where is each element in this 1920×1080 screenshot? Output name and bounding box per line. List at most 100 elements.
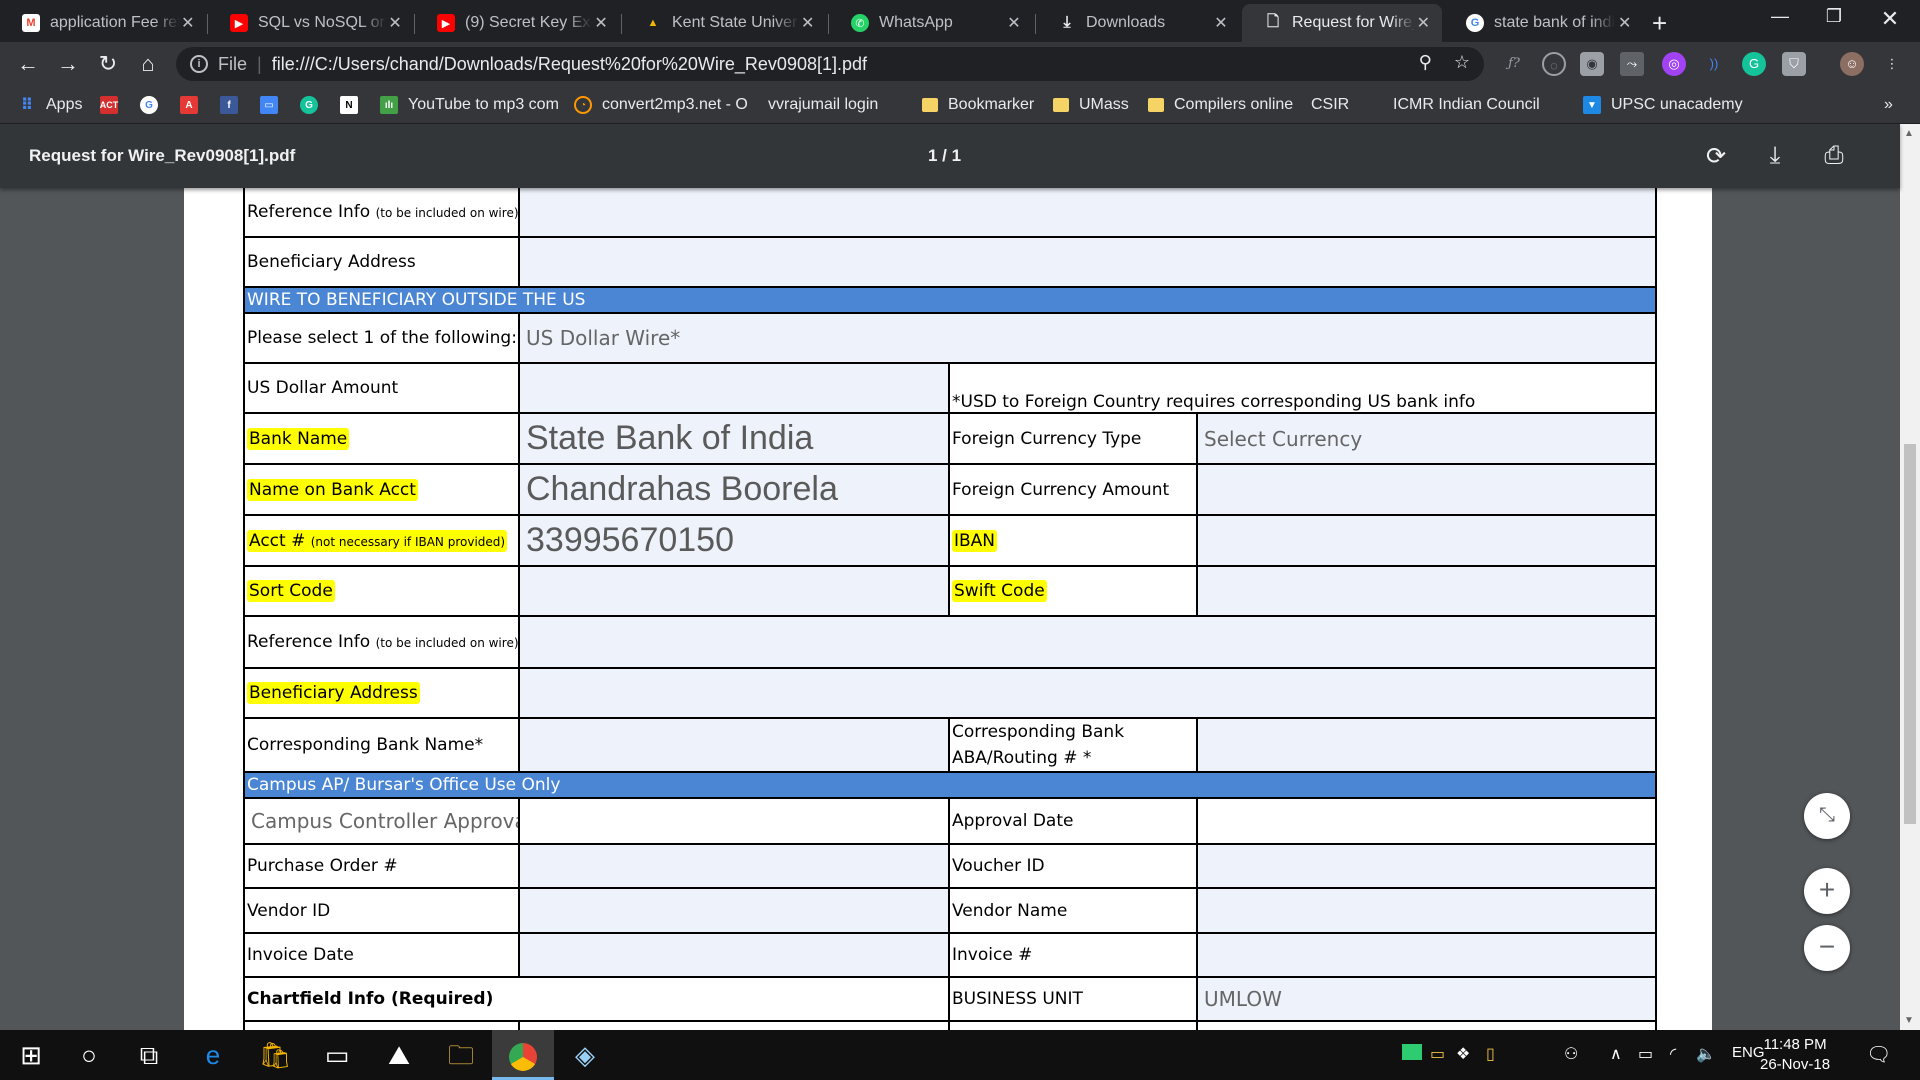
bookmark-star-icon[interactable]: ☆: [1454, 52, 1470, 73]
print-icon[interactable]: ⎙: [1819, 142, 1849, 170]
tray-folder-icon[interactable]: ▭: [1430, 1044, 1445, 1064]
bookmark-acrobat[interactable]: A: [180, 94, 208, 116]
battery-icon[interactable]: ▭: [1638, 1044, 1653, 1064]
reference-info-field-2[interactable]: [518, 615, 1657, 669]
bookmark-act[interactable]: ACT: [100, 94, 128, 116]
close-icon[interactable]: ✕: [387, 13, 403, 33]
acrobat-extension-icon[interactable]: ⤳: [1620, 52, 1644, 76]
action-center-button[interactable]: 🗨: [1866, 1042, 1891, 1067]
purple-extension-icon[interactable]: ◎: [1662, 52, 1686, 76]
corresponding-bank-name-field[interactable]: [518, 717, 950, 773]
bookmark-icmr[interactable]: ICMR Indian Council: [1393, 94, 1590, 298]
usd-amount-field[interactable]: [518, 362, 950, 414]
purchase-order-field[interactable]: [518, 843, 950, 889]
tab-state-bank-search[interactable]: G state bank of india ✕: [1444, 4, 1644, 42]
foreign-currency-amount-field[interactable]: [1196, 463, 1657, 516]
swift-code-field[interactable]: [1196, 565, 1657, 617]
restore-button[interactable]: ❐: [1806, 6, 1862, 27]
clock[interactable]: 11:48 PM 26-Nov-18: [1760, 1035, 1830, 1075]
taskbar-file-explorer[interactable]: 🗀: [430, 1030, 492, 1080]
home-button[interactable]: ⌂: [134, 50, 162, 78]
people-icon[interactable]: ⚇: [1564, 1044, 1578, 1064]
fit-to-page-button[interactable]: ⤡: [1804, 793, 1850, 839]
invoice-date-field[interactable]: [518, 932, 950, 978]
circle-extension-icon[interactable]: ◌: [1542, 52, 1566, 76]
close-icon[interactable]: ✕: [1211, 13, 1231, 33]
invoice-number-field[interactable]: [1196, 932, 1657, 978]
taskbar-chrome[interactable]: [492, 1030, 554, 1080]
formula-extension-icon[interactable]: ƒ?: [1502, 52, 1526, 76]
close-icon[interactable]: ✕: [1415, 13, 1432, 33]
acct-number-field[interactable]: 33995670150: [518, 514, 950, 567]
address-bar[interactable]: i File | file:///C:/Users/chand/Download…: [176, 47, 1484, 81]
tab-kent-state[interactable]: ▲ Kent State Universi ✕: [622, 4, 827, 42]
reload-button[interactable]: ↻: [94, 50, 122, 78]
tray-note-icon[interactable]: ▯: [1486, 1044, 1495, 1064]
vertical-scrollbar[interactable]: ▲ ▼: [1900, 124, 1920, 1030]
bookmark-folder-bookmarker[interactable]: Bookmarker: [922, 94, 1034, 116]
close-window-button[interactable]: ✕: [1862, 6, 1918, 32]
bookmark-slides[interactable]: ▭: [260, 94, 288, 116]
bookmark-csir[interactable]: CSIR: [1311, 94, 1508, 298]
tray-dropbox-icon[interactable]: ❖: [1456, 1044, 1470, 1064]
bookmark-folder-umass[interactable]: UMass: [1053, 94, 1129, 116]
beneficiary-address-field[interactable]: [518, 236, 1657, 288]
zoom-in-button[interactable]: +: [1804, 868, 1850, 914]
close-icon[interactable]: ✕: [799, 13, 817, 33]
url-text[interactable]: file:///C:/Users/chand/Downloads/Request…: [272, 54, 867, 75]
reference-info-field[interactable]: [518, 188, 1657, 238]
info-icon[interactable]: i: [190, 55, 208, 73]
forward-button[interactable]: →: [54, 50, 82, 78]
scroll-up-icon[interactable]: ▲: [1904, 128, 1914, 139]
taskbar-terminal[interactable]: ▭: [306, 1030, 368, 1080]
bookmark-notion[interactable]: N: [340, 94, 368, 116]
vendor-name-field[interactable]: [1196, 887, 1657, 934]
volume-icon[interactable]: 🔈: [1696, 1044, 1716, 1064]
download-icon[interactable]: ⤓: [1760, 142, 1790, 170]
menu-icon[interactable]: ⋮: [1880, 52, 1904, 76]
beneficiary-address-field-2[interactable]: [518, 667, 1657, 719]
task-view-button[interactable]: ⧉: [118, 1030, 180, 1080]
bookmark-vvrajumail[interactable]: vvrajumail login: [768, 94, 965, 298]
show-hidden-icons-button[interactable]: ∧: [1610, 1044, 1622, 1064]
taskbar-settings-app[interactable]: ⛰: [368, 1030, 430, 1080]
shield-extension-icon[interactable]: ⛉: [1782, 52, 1806, 76]
audio-extension-icon[interactable]: )): [1702, 52, 1726, 76]
business-unit-field[interactable]: UMLOW: [1196, 976, 1657, 1022]
bookmark-upsc[interactable]: ▼ UPSC unacademy: [1583, 94, 1743, 116]
tab-request-for-wire[interactable]: 🗋 Request for Wire_R ✕: [1242, 4, 1442, 42]
new-tab-button[interactable]: +: [1652, 8, 1667, 39]
vendor-id-field[interactable]: [518, 887, 950, 934]
keep-extension-icon[interactable]: ◉: [1580, 52, 1604, 76]
zoom-icon[interactable]: ⚲: [1419, 52, 1432, 73]
bookmark-google[interactable]: G: [140, 94, 168, 116]
scroll-down-icon[interactable]: ▼: [1904, 1015, 1914, 1026]
tab-whatsapp[interactable]: ✆ WhatsApp ✕: [829, 4, 1034, 42]
bookmark-youtube-mp3[interactable]: ılı YouTube to mp3 com: [380, 94, 559, 116]
close-icon[interactable]: ✕: [592, 13, 610, 33]
tab-youtube-secret-key[interactable]: ▶ (9) Secret Key Exch ✕: [415, 4, 620, 42]
scrollbar-thumb[interactable]: [1904, 444, 1916, 824]
cortana-button[interactable]: ○: [58, 1030, 120, 1080]
bookmarks-overflow-button[interactable]: »: [1884, 94, 1893, 116]
rotate-icon[interactable]: ⟳: [1701, 142, 1731, 171]
tray-app-icon[interactable]: [1402, 1044, 1422, 1060]
bookmark-grammarly[interactable]: G: [300, 94, 328, 116]
taskbar-notes[interactable]: ◈: [554, 1030, 616, 1080]
corresponding-bank-aba-field[interactable]: [1196, 717, 1657, 773]
bookmark-apps[interactable]: ⠿ Apps: [18, 94, 83, 116]
tab-gmail[interactable]: M application Fee refund ✕: [0, 4, 206, 42]
tab-youtube-sql[interactable]: ▶ SQL vs NoSQL or Mon ✕: [208, 4, 413, 42]
start-button[interactable]: ⊞: [0, 1030, 62, 1080]
bookmark-folder-compilers[interactable]: Compilers online: [1148, 94, 1293, 116]
foreign-currency-type-select[interactable]: Select Currency: [1196, 412, 1657, 465]
campus-approval-value[interactable]: [518, 797, 950, 845]
minimize-button[interactable]: —: [1752, 6, 1808, 27]
bookmark-facebook[interactable]: f: [220, 94, 248, 116]
zoom-out-button[interactable]: −: [1804, 925, 1850, 971]
bank-name-field[interactable]: State Bank of India: [518, 412, 950, 465]
campus-approval-field[interactable]: Campus Controller Approval: [243, 797, 520, 845]
sort-code-field[interactable]: [518, 565, 950, 617]
name-on-acct-field[interactable]: Chandrahas Boorela: [518, 463, 950, 516]
grammarly-icon[interactable]: G: [1742, 52, 1766, 76]
